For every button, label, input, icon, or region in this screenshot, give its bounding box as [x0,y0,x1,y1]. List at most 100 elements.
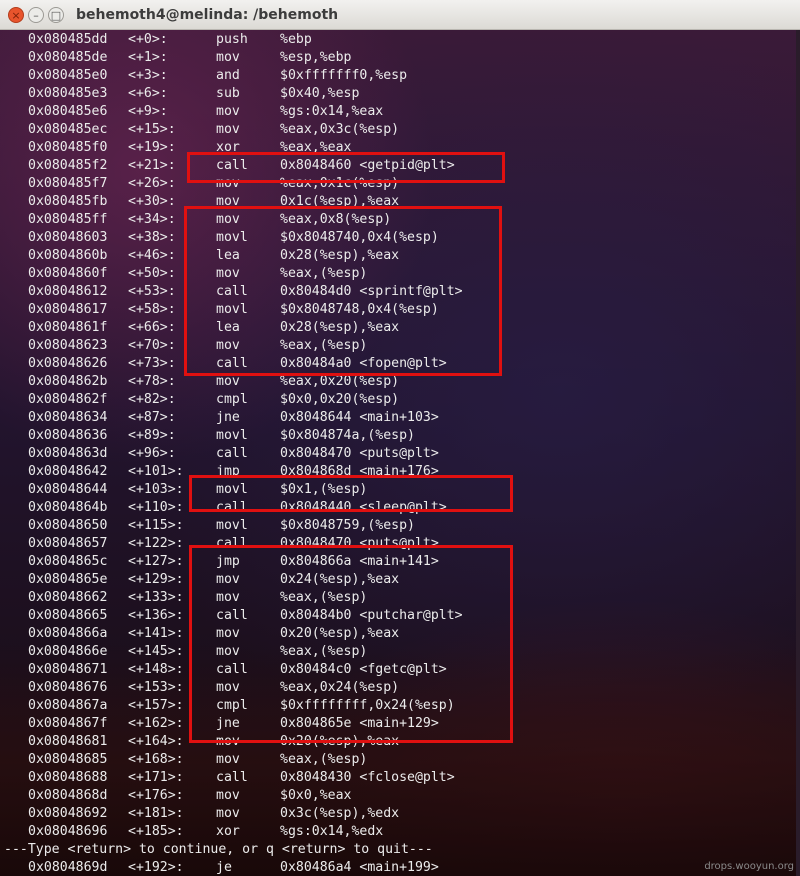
instruction-offset: <+171>: [128,770,184,785]
instruction-address: 0x08048671 [28,662,108,677]
instruction-offset: <+164>: [128,734,184,749]
instruction-mnemonic: xor [216,824,240,839]
instruction-operands: $0x40,%esp [280,86,360,101]
instruction-operands: 0x80486a4 <main+199> [280,860,439,875]
instruction-address: 0x0804865c [28,554,108,569]
instruction-offset: <+15>: [128,122,176,137]
instruction-address: 0x080485dd [28,32,108,47]
close-window-button[interactable]: × [8,7,24,23]
instruction-offset: <+34>: [128,212,176,227]
instruction-offset: <+53>: [128,284,176,299]
instruction-address: 0x080485de [28,50,108,65]
minimize-window-button[interactable]: – [28,7,44,23]
instruction-offset: <+168>: [128,752,184,767]
instruction-operands: 0x3c(%esp),%edx [280,806,400,821]
instruction-offset: <+133>: [128,590,184,605]
instruction-offset: <+96>: [128,446,176,461]
instruction-address: 0x080485f2 [28,158,108,173]
highlight-box-sprintf-fopen [184,206,502,376]
instruction-address: 0x0804867f [28,716,108,731]
window-titlebar: × – □ behemoth4@melinda: /behemoth [0,0,800,30]
instruction-offset: <+136>: [128,608,184,623]
instruction-address: 0x08048662 [28,590,108,605]
instruction-offset: <+66>: [128,320,176,335]
pager-prompt-line: ---Type <return> to continue, or q <retu… [4,841,433,859]
instruction-address: 0x080485e3 [28,86,108,101]
instruction-operands: 0x8048470 <puts@plt> [280,446,439,461]
instruction-address: 0x08048665 [28,608,108,623]
instruction-mnemonic: mov [216,50,240,65]
terminal-scrollbar[interactable] [796,30,800,876]
instruction-address: 0x0804860f [28,266,108,281]
instruction-offset: <+6>: [128,86,168,101]
instruction-offset: <+141>: [128,626,184,641]
instruction-offset: <+185>: [128,824,184,839]
instruction-mnemonic: movl [216,518,248,533]
instruction-operands: %esp,%ebp [280,50,352,65]
instruction-address: 0x0804866a [28,626,108,641]
instruction-offset: <+73>: [128,356,176,371]
instruction-offset: <+157>: [128,698,184,713]
instruction-address: 0x080485e0 [28,68,108,83]
instruction-address: 0x0804860b [28,248,108,263]
instruction-address: 0x0804867a [28,698,108,713]
instruction-operands: $0x0,0x20(%esp) [280,392,400,407]
terminal-area[interactable]: 0x080485dd <+0>: push %ebp 0x080485de <+1>: mo… [0,30,800,876]
instruction-offset: <+78>: [128,374,176,389]
instruction-offset: <+153>: [128,680,184,695]
instruction-offset: <+148>: [128,662,184,677]
instruction-operands: %gs:0x14,%edx [280,824,384,839]
instruction-address: 0x0804865e [28,572,108,587]
instruction-address: 0x08048696 [28,824,108,839]
instruction-mnemonic: mov [216,788,240,803]
instruction-operands: 0x8048430 <fclose@plt> [280,770,455,785]
instruction-address: 0x08048623 [28,338,108,353]
instruction-address: 0x08048642 [28,464,108,479]
instruction-mnemonic: mov [216,752,240,767]
instruction-offset: <+82>: [128,392,176,407]
instruction-offset: <+192>: [128,860,184,875]
instruction-offset: <+145>: [128,644,184,659]
instruction-address: 0x080485f7 [28,176,108,191]
instruction-address: 0x08048688 [28,770,108,785]
instruction-address: 0x0804866e [28,644,108,659]
window-title: behemoth4@melinda: /behemoth [76,7,339,23]
instruction-operands: $0x0,%eax [280,788,352,803]
instruction-operands: %eax,0x3c(%esp) [280,122,400,137]
instruction-address: 0x08048626 [28,356,108,371]
instruction-address: 0x08048634 [28,410,108,425]
instruction-address: 0x0804862b [28,374,108,389]
instruction-mnemonic: push [216,32,248,47]
instruction-offset: <+181>: [128,806,184,821]
highlight-box-fgetc-loop [189,545,513,743]
instruction-offset: <+30>: [128,194,176,209]
instruction-address: 0x080485e6 [28,104,108,119]
instruction-address: 0x08048676 [28,680,108,695]
instruction-address: 0x080485ec [28,122,108,137]
instruction-offset: <+89>: [128,428,176,443]
instruction-address: 0x08048612 [28,284,108,299]
maximize-window-button[interactable]: □ [48,7,64,23]
instruction-address: 0x0804864b [28,500,108,515]
instruction-address: 0x0804868d [28,788,108,803]
instruction-address: 0x080485fb [28,194,108,209]
instruction-operands: $0x8048759,(%esp) [280,518,415,533]
instruction-address: 0x08048685 [28,752,108,767]
instruction-address: 0x08048650 [28,518,108,533]
instruction-mnemonic: call [216,446,248,461]
instruction-mnemonic: mov [216,122,240,137]
instruction-address: 0x08048636 [28,428,108,443]
instruction-offset: <+1>: [128,50,168,65]
instruction-mnemonic: jne [216,410,240,425]
instruction-operands: %gs:0x14,%eax [280,104,384,119]
instruction-mnemonic: mov [216,806,240,821]
instruction-offset: <+122>: [128,536,184,551]
instruction-address: 0x0804869d [28,860,108,875]
instruction-offset: <+19>: [128,140,176,155]
instruction-mnemonic: movl [216,428,248,443]
instruction-offset: <+70>: [128,338,176,353]
instruction-offset: <+103>: [128,482,184,497]
instruction-offset: <+176>: [128,788,184,803]
instruction-address: 0x0804863d [28,446,108,461]
pager-prompt-text: ---Type <return> to continue, or q <retu… [4,842,433,857]
